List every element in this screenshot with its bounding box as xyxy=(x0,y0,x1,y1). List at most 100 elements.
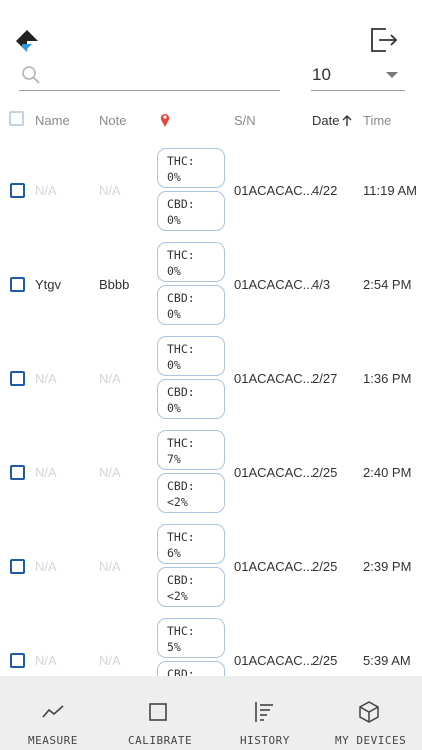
cbd-chip: CBD: <2% xyxy=(157,473,225,513)
thc-chip: THC: 0% xyxy=(157,336,225,376)
cbd-label: CBD: xyxy=(167,197,195,211)
cbd-chip: CBD: 0% xyxy=(157,285,225,325)
search-input[interactable] xyxy=(47,64,277,86)
row-note: N/A xyxy=(99,371,121,386)
row-serial: 01ACACAC... xyxy=(234,465,314,480)
column-header-name[interactable]: Name xyxy=(35,113,70,128)
row-checkbox[interactable] xyxy=(10,465,25,480)
cbd-value: 0% xyxy=(167,307,181,321)
cbd-value: 0% xyxy=(167,213,181,227)
table-row[interactable]: N/A N/A THC: 6% CBD: <2% 01ACACAC... 2/25 … xyxy=(0,520,422,614)
column-header-time[interactable]: Time xyxy=(363,113,391,128)
thc-chip: THC: 7% xyxy=(157,430,225,470)
location-pin-icon[interactable] xyxy=(159,112,171,128)
cbd-chip: CBD: 0% xyxy=(157,379,225,419)
nav-calibrate[interactable]: CALIBRATE xyxy=(120,676,200,750)
thc-value: 5% xyxy=(167,640,181,654)
row-serial: 01ACACAC... xyxy=(234,653,314,668)
thc-value: 0% xyxy=(167,170,181,184)
row-time: 1:36 PM xyxy=(363,371,412,386)
row-name: N/A xyxy=(35,465,57,480)
table-row[interactable]: N/A N/A THC: 0% CBD: 0% 01ACACAC... 2/27 1… xyxy=(0,332,422,426)
page-size-value: 10 xyxy=(312,65,331,84)
row-checkbox[interactable] xyxy=(10,559,25,574)
table-header: Name Note S/N Date Time xyxy=(0,100,422,140)
row-date: 2/25 xyxy=(312,465,338,480)
nav-measure-label: MEASURE xyxy=(28,734,78,747)
row-note: N/A xyxy=(99,653,121,668)
cbd-label: CBD: xyxy=(167,479,195,493)
row-date: 2/25 xyxy=(312,653,338,668)
history-list-icon xyxy=(255,702,273,722)
thc-value: 6% xyxy=(167,546,181,560)
chart-line-icon xyxy=(42,705,64,718)
row-note: N/A xyxy=(99,183,121,198)
cbd-label: CBD: xyxy=(167,291,195,305)
cbd-label: CBD: xyxy=(167,573,195,587)
cbd-value: <2% xyxy=(167,589,188,603)
thc-label: THC: xyxy=(167,624,195,638)
thc-label: THC: xyxy=(167,436,195,450)
nav-calibrate-label: CALIBRATE xyxy=(128,734,193,747)
row-name: N/A xyxy=(35,559,57,574)
thc-value: 0% xyxy=(167,358,181,372)
row-serial: 01ACACAC... xyxy=(234,277,314,292)
table-row[interactable]: N/A N/A THC: 0% CBD: 0% 01ACACAC... 4/22 1… xyxy=(0,144,422,238)
nav-my-devices-label: MY DEVICES xyxy=(335,734,407,747)
row-time: 2:40 PM xyxy=(363,465,412,480)
row-note: Bbbb xyxy=(99,277,130,292)
cube-icon xyxy=(359,701,379,723)
column-header-note[interactable]: Note xyxy=(99,113,126,128)
column-header-sn[interactable]: S/N xyxy=(234,113,256,128)
column-header-date[interactable]: Date xyxy=(312,113,352,128)
row-name: N/A xyxy=(35,653,57,668)
search-icon xyxy=(22,66,40,84)
row-serial: 01ACACAC... xyxy=(234,371,314,386)
thc-label: THC: xyxy=(167,248,195,262)
table-row[interactable]: N/A N/A THC: 5% CBD: 01ACACAC... 2/25 5:3… xyxy=(0,614,422,676)
thc-label: THC: xyxy=(167,154,195,168)
nav-measure[interactable]: MEASURE xyxy=(20,676,90,750)
select-all-checkbox[interactable] xyxy=(9,111,24,126)
row-checkbox[interactable] xyxy=(10,277,25,292)
cbd-value: <2% xyxy=(167,495,188,509)
row-date: 4/3 xyxy=(312,277,331,292)
row-serial: 01ACACAC... xyxy=(234,183,314,198)
thc-chip: THC: 6% xyxy=(157,524,225,564)
nav-history[interactable]: HISTORY xyxy=(230,676,300,750)
row-time: 2:39 PM xyxy=(363,559,412,574)
row-name: N/A xyxy=(35,371,57,386)
square-icon xyxy=(149,703,167,721)
thc-chip: THC: 0% xyxy=(157,148,225,188)
thc-label: THC: xyxy=(167,530,195,544)
table-row[interactable]: N/A N/A THC: 7% CBD: <2% 01ACACAC... 2/25 … xyxy=(0,426,422,520)
caret-down-icon xyxy=(386,72,398,78)
thc-chip: THC: 5% xyxy=(157,618,225,658)
thc-label: THC: xyxy=(167,342,195,356)
cbd-chip: CBD: xyxy=(157,661,225,676)
history-table-body: N/A N/A THC: 0% CBD: 0% 01ACACAC... 4/22 1… xyxy=(0,144,422,676)
row-note: N/A xyxy=(99,559,121,574)
nav-history-label: HISTORY xyxy=(240,734,290,747)
row-checkbox[interactable] xyxy=(10,371,25,386)
cbd-value: 0% xyxy=(167,401,181,415)
page-size-select[interactable]: 10 xyxy=(311,60,405,91)
logout-icon[interactable] xyxy=(369,27,399,53)
table-row[interactable]: Ytgv Bbbb THC: 0% CBD: 0% 01ACACAC... 4/3 … xyxy=(0,238,422,332)
bottom-navigation: MEASURE CALIBRATE HISTORY MY DEVICES xyxy=(0,676,422,750)
row-serial: 01ACACAC... xyxy=(234,559,314,574)
row-name: N/A xyxy=(35,183,57,198)
row-checkbox[interactable] xyxy=(10,183,25,198)
row-date: 4/22 xyxy=(312,183,338,198)
row-note: N/A xyxy=(99,465,121,480)
cbd-chip: CBD: 0% xyxy=(157,191,225,231)
thc-value: 7% xyxy=(167,452,181,466)
row-time: 11:19 AM xyxy=(363,183,417,198)
search-field[interactable] xyxy=(19,60,280,91)
nav-my-devices[interactable]: MY DEVICES xyxy=(330,676,414,750)
row-name: Ytgv xyxy=(35,277,62,292)
row-time: 2:54 PM xyxy=(363,277,412,292)
cbd-label: CBD: xyxy=(167,667,195,676)
cbd-label: CBD: xyxy=(167,385,195,399)
row-checkbox[interactable] xyxy=(10,653,25,668)
